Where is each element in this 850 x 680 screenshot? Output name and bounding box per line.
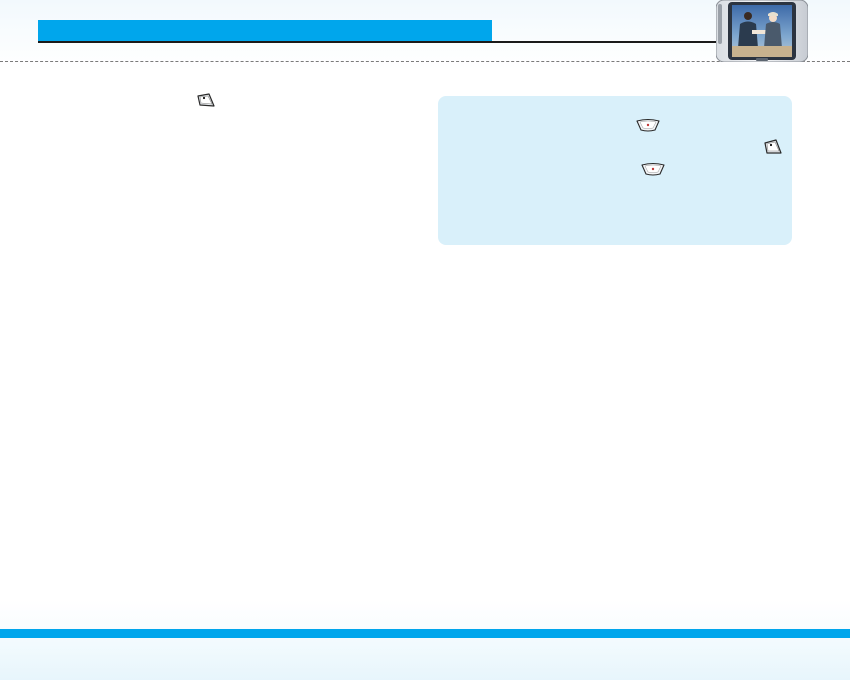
- footer-accent-bar: [0, 629, 850, 638]
- ok-key-icon: [641, 162, 665, 176]
- header-accent-bar: [38, 20, 492, 41]
- note-box: [438, 96, 792, 245]
- ok-key-icon: [636, 118, 660, 132]
- header-rule: [38, 41, 716, 43]
- left-softkey-icon: [764, 139, 782, 154]
- left-softkey-icon: [197, 93, 215, 107]
- phone-thumbnail-image: [716, 0, 808, 62]
- footer-band: [0, 638, 850, 680]
